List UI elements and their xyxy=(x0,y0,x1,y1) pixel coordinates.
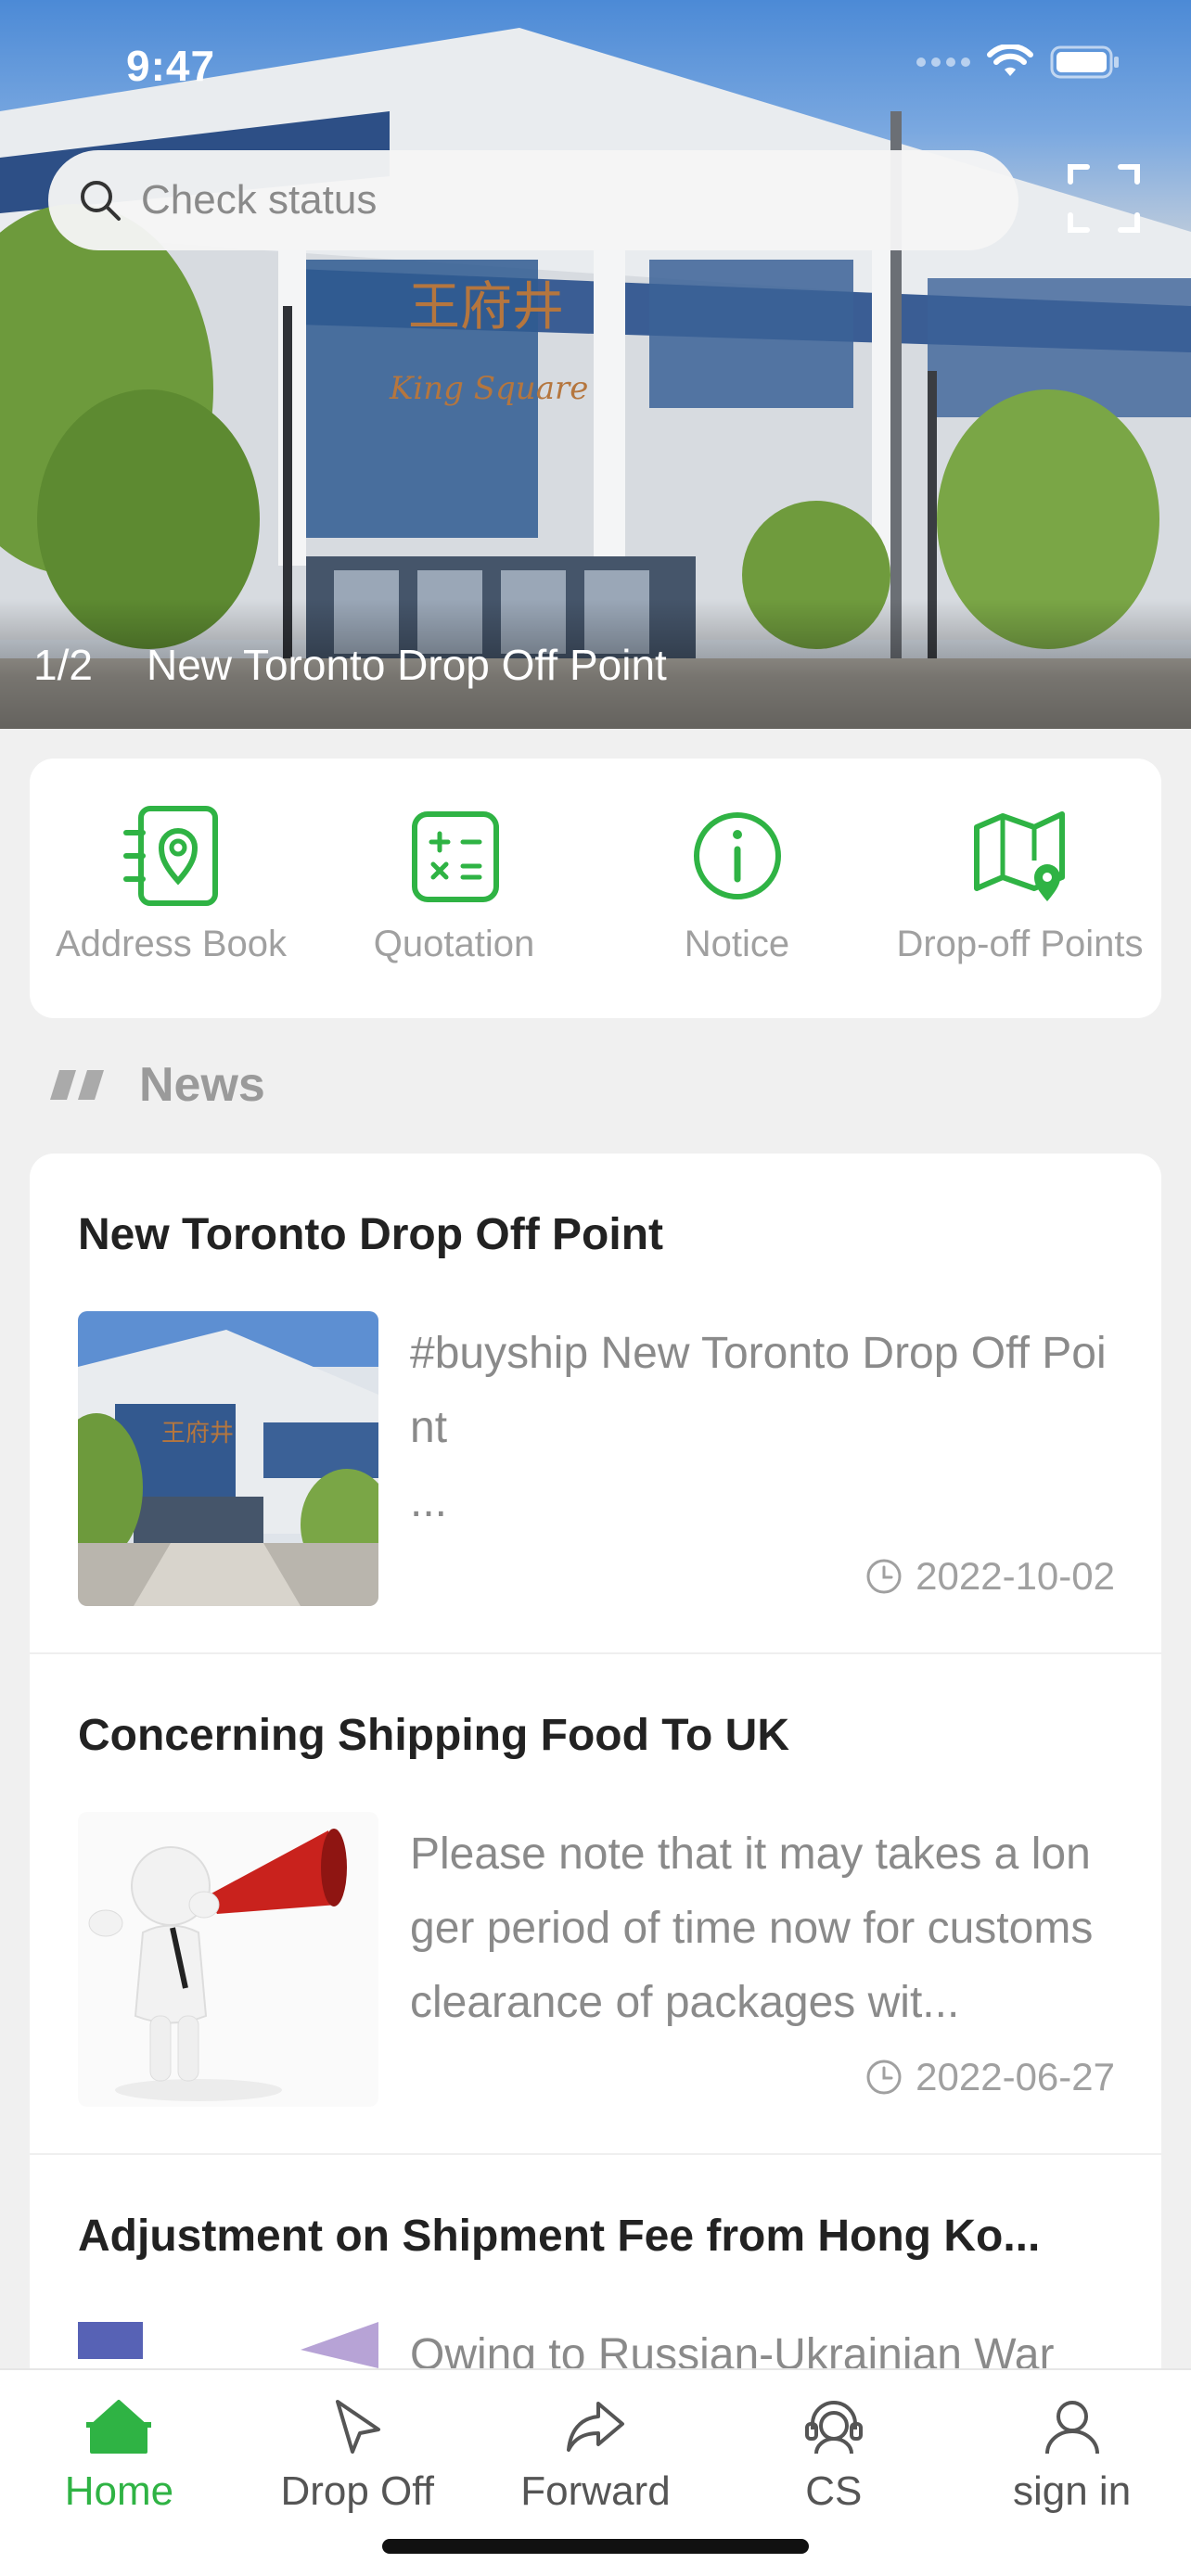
banner-carousel[interactable]: 王府井 King Square 1/2 New Toronto Drop Off… xyxy=(0,0,1191,729)
news-item-title: New Toronto Drop Off Point xyxy=(78,1210,664,1259)
user-icon xyxy=(1044,2401,1099,2455)
search-placeholder: Check status xyxy=(141,177,378,223)
quick-label: Notice xyxy=(684,924,790,964)
search-bar[interactable]: Check status xyxy=(48,150,1018,250)
banner-counter: 1/2 xyxy=(33,641,93,689)
cursor-icon xyxy=(336,2400,381,2454)
tab-label: sign in xyxy=(1012,2468,1132,2514)
news-item-excerpt: Please note that it may takes a longer p… xyxy=(410,1830,1094,2027)
quick-drop-off-points[interactable]: Drop-off Points xyxy=(878,759,1161,1018)
svg-text:王府井: 王府井 xyxy=(408,277,564,338)
headset-icon xyxy=(804,2401,863,2455)
news-header: News xyxy=(48,1057,265,1113)
news-list: New Toronto Drop Off Point 王府井 #buyship … xyxy=(30,1154,1161,2452)
address-book-icon xyxy=(122,806,218,906)
news-item[interactable]: New Toronto Drop Off Point 王府井 #buyship … xyxy=(30,1154,1161,1654)
svg-text:King Square: King Square xyxy=(389,370,588,407)
tab-label: Home xyxy=(64,2468,174,2514)
quick-notice[interactable]: Notice xyxy=(596,759,878,1018)
quick-actions: Address Book Quotation Notice Drop-off P… xyxy=(30,759,1161,1018)
clock-icon xyxy=(866,2060,902,2095)
search-icon xyxy=(81,181,121,221)
news-thumbnail xyxy=(78,1812,378,2107)
info-icon xyxy=(693,812,781,899)
clock-icon xyxy=(866,1559,902,1594)
tab-sign-in[interactable]: sign in xyxy=(953,2370,1191,2576)
news-item-title: Concerning Shipping Food To UK xyxy=(78,1711,789,1760)
forward-icon xyxy=(566,2402,624,2452)
news-item[interactable]: Concerning Shipping Food To UK Please no… xyxy=(30,1654,1161,2155)
status-icons xyxy=(916,45,1121,80)
quote-icon xyxy=(50,1070,104,1100)
quick-address-book[interactable]: Address Book xyxy=(30,759,313,1018)
svg-text:王府井: 王府井 xyxy=(161,1420,234,1447)
tab-label: Forward xyxy=(520,2468,671,2514)
home-indicator xyxy=(382,2539,809,2554)
news-item-title: Adjustment on Shipment Fee from Hong Ko.… xyxy=(78,2212,1041,2261)
news-date-text: 2022-06-27 xyxy=(916,2055,1115,2098)
tab-label: Drop Off xyxy=(280,2468,434,2514)
news-item-excerpt: #buyship New Toronto Drop Off Point ... xyxy=(410,1329,1107,1526)
tab-home[interactable]: Home xyxy=(0,2370,238,2576)
quick-label: Address Book xyxy=(55,924,288,964)
quick-quotation[interactable]: Quotation xyxy=(313,759,596,1018)
quick-label: Quotation xyxy=(373,924,535,964)
news-item-date: 2022-10-02 xyxy=(865,1554,1115,1599)
home-icon xyxy=(86,2400,152,2454)
status-time: 9:47 xyxy=(126,42,216,90)
news-heading: News xyxy=(139,1058,265,1112)
map-pin-icon xyxy=(973,811,1065,901)
news-thumbnail: 王府井 xyxy=(78,1311,378,1606)
signal-icon xyxy=(916,57,970,67)
news-date-text: 2022-10-02 xyxy=(916,1554,1115,1598)
tab-label: CS xyxy=(805,2468,863,2514)
banner-title: New Toronto Drop Off Point xyxy=(147,641,667,689)
battery-icon xyxy=(1050,45,1119,79)
wifi-icon xyxy=(987,45,1033,76)
quick-label: Drop-off Points xyxy=(896,924,1144,964)
news-item-date: 2022-06-27 xyxy=(865,2055,1115,2099)
scan-icon[interactable] xyxy=(1067,161,1141,236)
calculator-icon xyxy=(411,811,499,902)
